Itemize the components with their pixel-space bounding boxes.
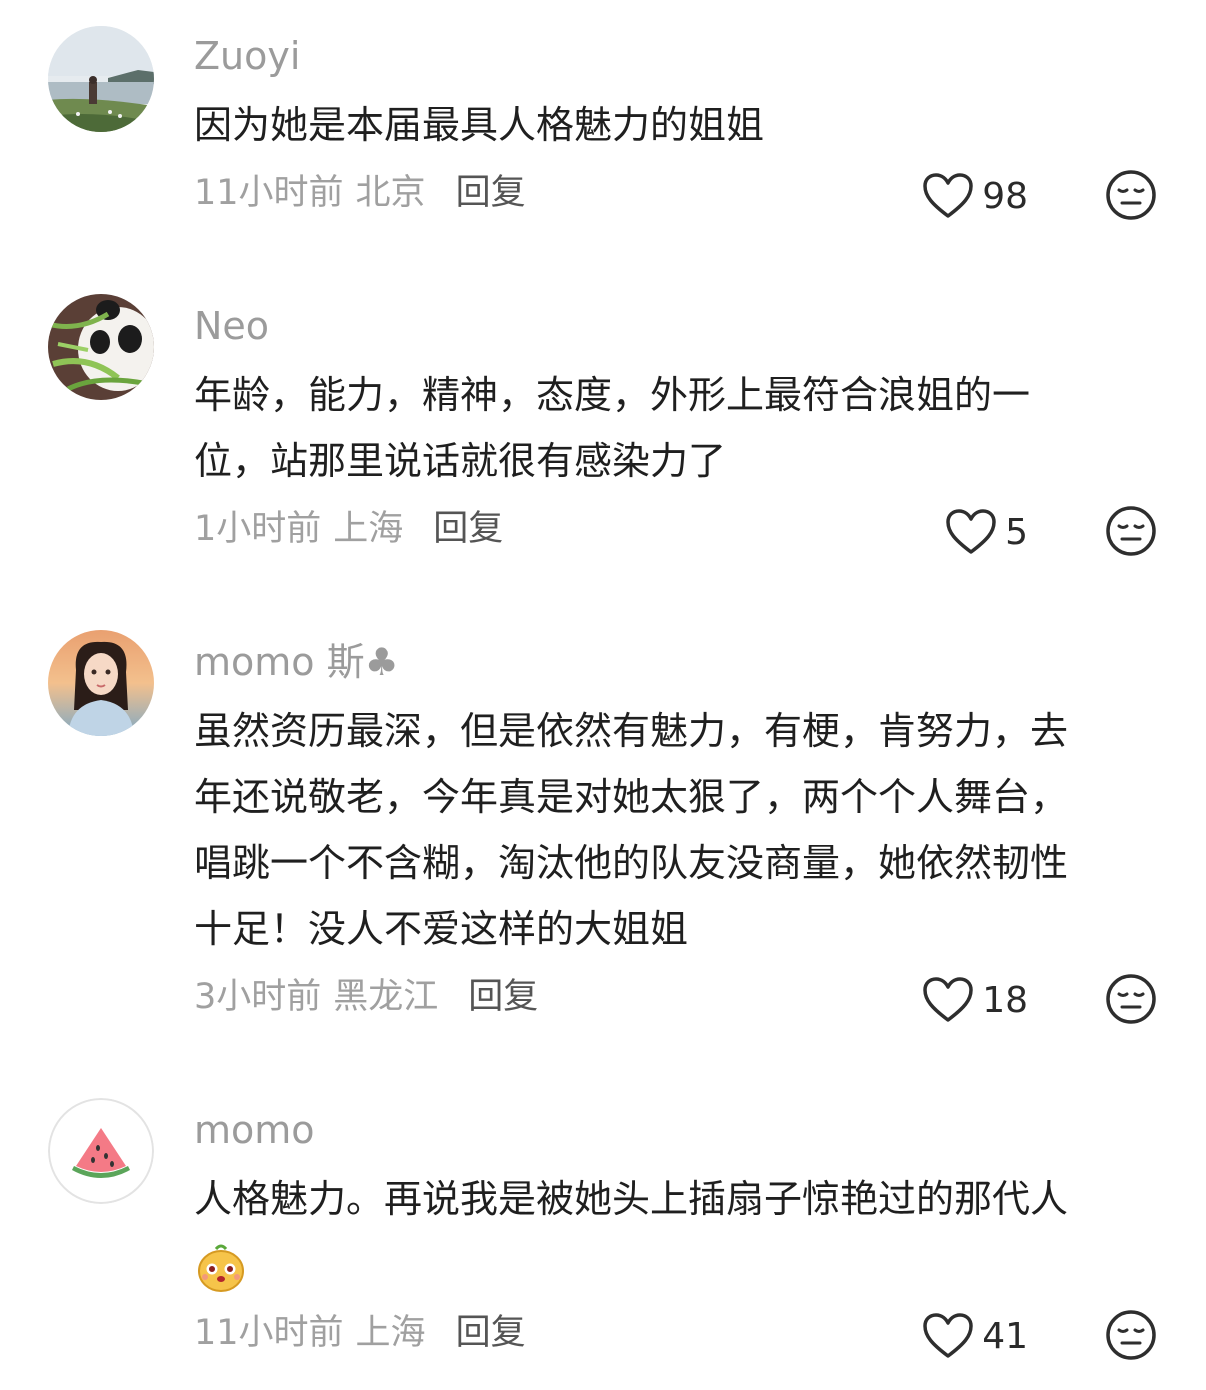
meh-face-icon bbox=[1106, 170, 1156, 220]
comment-meta: 3小时前 黑龙江 回复 bbox=[194, 972, 538, 1022]
like-count: 18 bbox=[982, 979, 1028, 1021]
heart-outline-icon bbox=[923, 1313, 973, 1358]
comment-line-emoji bbox=[194, 1232, 1164, 1298]
comment-line: 十足！没人不爱这样的大姐姐 bbox=[194, 907, 689, 951]
reply-button[interactable]: 回复 bbox=[433, 509, 503, 549]
reply-button[interactable]: 回复 bbox=[468, 977, 538, 1017]
heart-outline-icon bbox=[946, 509, 996, 554]
heart-outline-icon bbox=[923, 977, 973, 1022]
comment-meta: 11小时前 北京 回复 bbox=[194, 168, 526, 218]
reply-button[interactable]: 回复 bbox=[456, 1313, 526, 1353]
avatar[interactable] bbox=[48, 1098, 154, 1204]
username[interactable]: Zuoyi bbox=[194, 32, 300, 80]
like-button[interactable]: 41 bbox=[922, 1308, 1028, 1364]
meh-face-icon bbox=[1106, 974, 1156, 1024]
location: 北京 bbox=[355, 173, 426, 213]
username[interactable]: Neo bbox=[194, 302, 269, 350]
seaside-photo-avatar-icon bbox=[48, 26, 154, 132]
dislike-button[interactable] bbox=[1104, 168, 1158, 222]
illustrated-girl-avatar-icon bbox=[48, 630, 154, 736]
panda-bamboo-avatar-icon bbox=[48, 294, 154, 400]
comment-line: 虽然资历最深，但是依然有魅力，有梗，肯努力，去 bbox=[194, 709, 1069, 753]
watermelon-avatar-icon bbox=[48, 1098, 154, 1204]
comment-line: 位，站那里说话就很有感染力了 bbox=[194, 439, 727, 483]
reply-button[interactable]: 回复 bbox=[456, 173, 526, 213]
timestamp: 1小时前 bbox=[194, 509, 322, 549]
username[interactable]: momo 斯♣ bbox=[194, 638, 399, 686]
like-count: 98 bbox=[982, 175, 1028, 217]
comment-line: 唱跳一个不含糊，淘汰他的队友没商量，她依然韧性 bbox=[194, 841, 1069, 885]
comment-meta: 1小时前 上海 回复 bbox=[194, 504, 503, 554]
dislike-button[interactable] bbox=[1104, 1308, 1158, 1362]
comment-text: 虽然资历最深，但是依然有魅力，有梗，肯努力，去 年还说敬老，今年真是对她太狠了，… bbox=[194, 698, 1164, 962]
cute-dog-emoji-icon bbox=[198, 1244, 244, 1292]
meh-face-icon bbox=[1106, 506, 1156, 556]
heart-outline-icon bbox=[923, 173, 973, 218]
like-count: 41 bbox=[982, 1315, 1028, 1357]
avatar[interactable] bbox=[48, 294, 154, 400]
like-count: 5 bbox=[1005, 511, 1028, 553]
dislike-button[interactable] bbox=[1104, 504, 1158, 558]
location: 上海 bbox=[333, 509, 404, 549]
avatar[interactable] bbox=[48, 630, 154, 736]
comment-line: 年还说敬老，今年真是对她太狠了，两个个人舞台， bbox=[194, 775, 1069, 819]
dislike-button[interactable] bbox=[1104, 972, 1158, 1026]
meh-face-icon bbox=[1106, 1310, 1156, 1360]
comment-meta: 11小时前 上海 回复 bbox=[194, 1308, 526, 1358]
like-button[interactable]: 5 bbox=[945, 504, 1028, 560]
avatar[interactable] bbox=[48, 26, 154, 132]
comment-line: 因为她是本届最具人格魅力的姐姐 bbox=[194, 103, 765, 147]
location: 黑龙江 bbox=[333, 977, 439, 1017]
comment-text: 因为她是本届最具人格魅力的姐姐 bbox=[194, 92, 1164, 158]
like-button[interactable]: 18 bbox=[922, 972, 1028, 1028]
username[interactable]: momo bbox=[194, 1106, 315, 1154]
timestamp: 11小时前 bbox=[194, 1313, 344, 1353]
timestamp: 3小时前 bbox=[194, 977, 322, 1017]
comment-text: 人格魅力。再说我是被她头上插扇子惊艳过的那代人 bbox=[194, 1166, 1164, 1298]
like-button[interactable]: 98 bbox=[922, 168, 1028, 224]
location: 上海 bbox=[355, 1313, 426, 1353]
timestamp: 11小时前 bbox=[194, 173, 344, 213]
comment-line: 人格魅力。再说我是被她头上插扇子惊艳过的那代人 bbox=[194, 1177, 1069, 1221]
comment-text: 年龄，能力，精神，态度，外形上最符合浪姐的一 位，站那里说话就很有感染力了 bbox=[194, 362, 1164, 494]
comment-line: 年龄，能力，精神，态度，外形上最符合浪姐的一 bbox=[194, 373, 1031, 417]
